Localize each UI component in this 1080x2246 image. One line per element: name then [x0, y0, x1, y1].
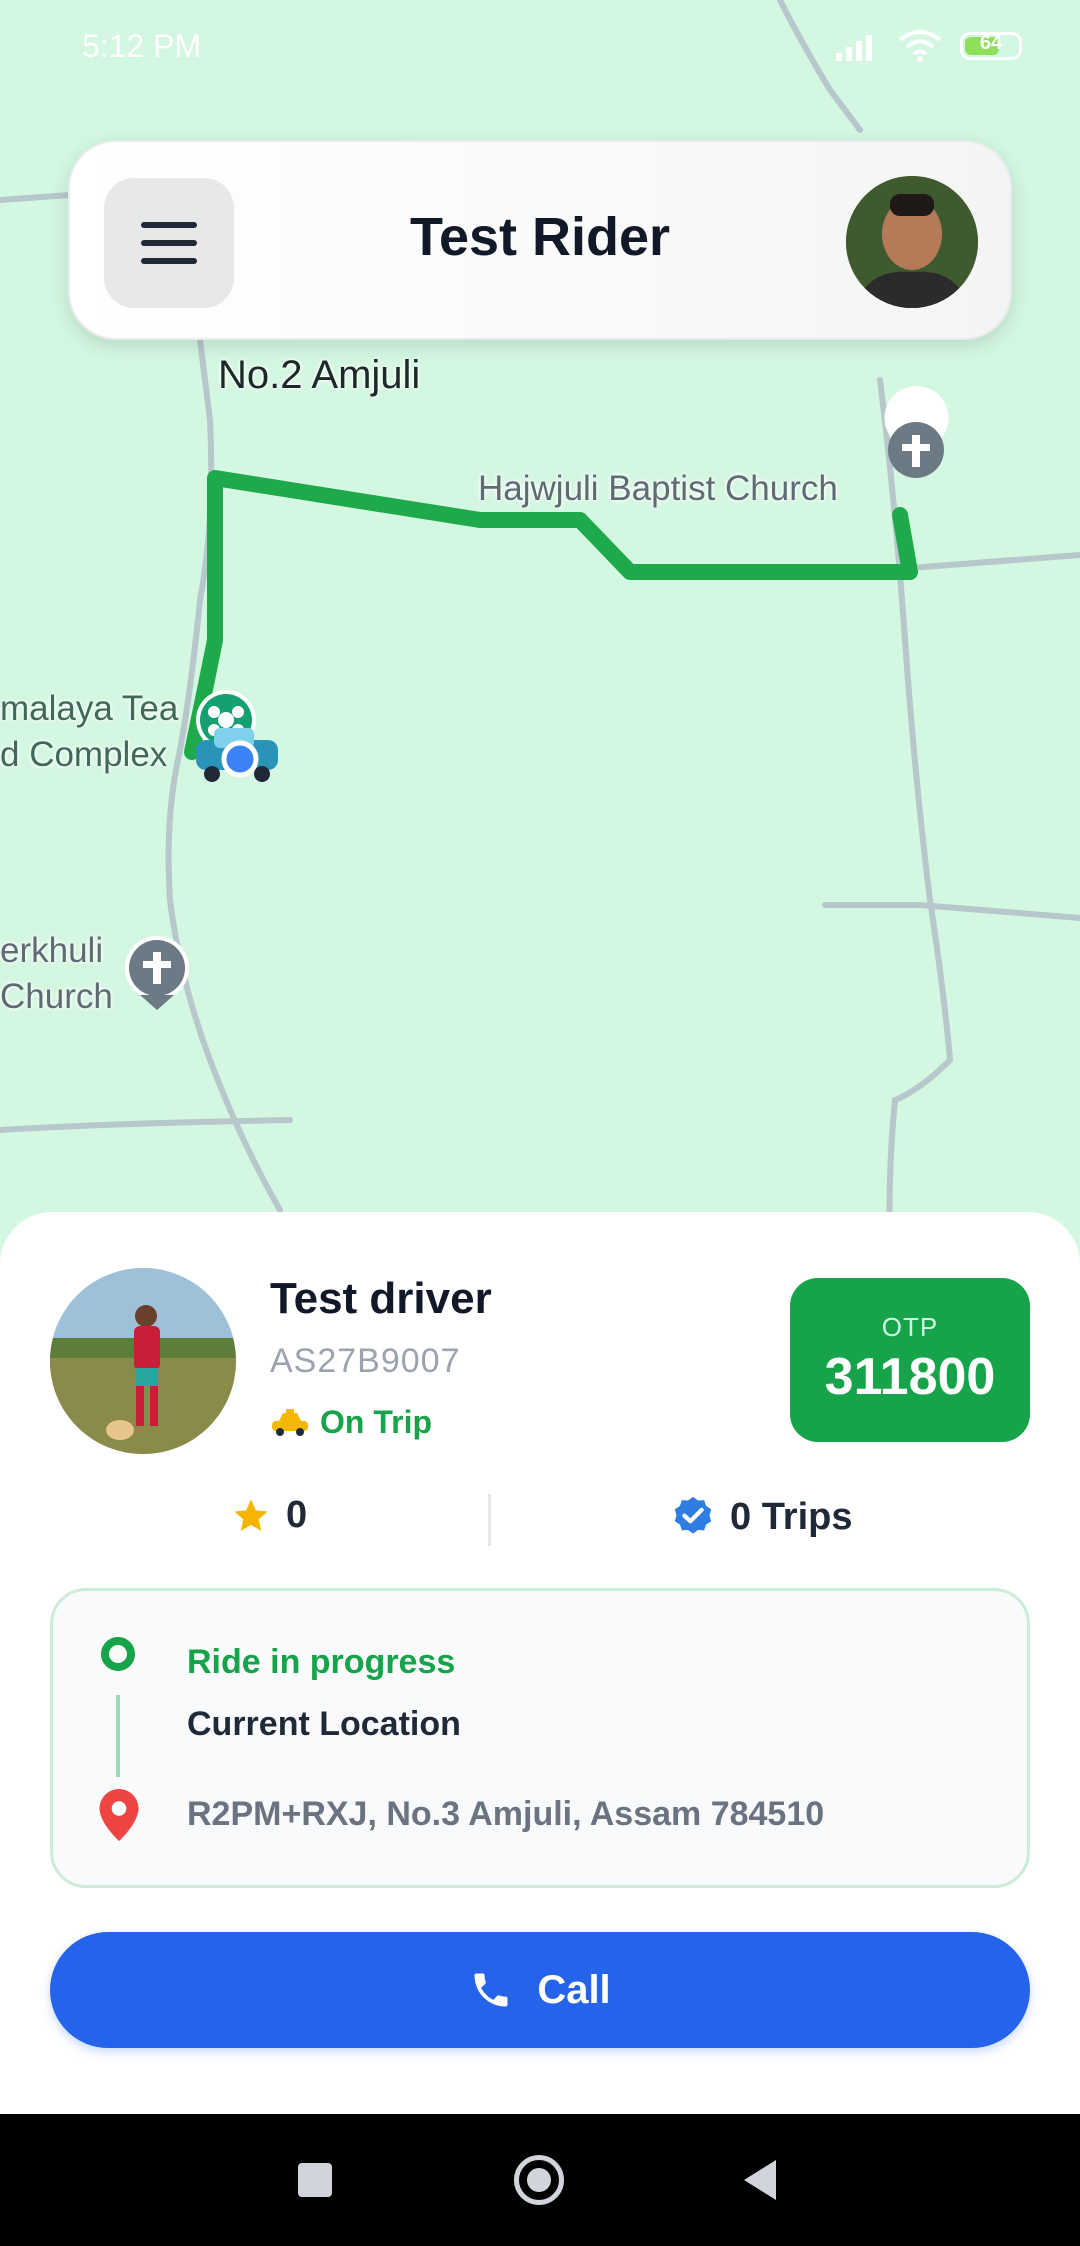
destination-address: R2PM+RXJ, No.3 Amjuli, Assam 784510 — [187, 1795, 825, 1833]
map-label: No.2 Amjuli — [218, 353, 421, 397]
trips-stat: 0 Trips — [670, 1494, 853, 1540]
battery-icon: 64 — [960, 32, 1022, 60]
driver-stats: 0 0 Trips — [0, 1494, 1080, 1554]
ride-status: Ride in progress — [187, 1643, 456, 1681]
trip-status: On Trip — [270, 1404, 432, 1441]
trips-value: 0 Trips — [730, 1495, 853, 1538]
trip-status-label: On Trip — [320, 1404, 432, 1440]
back-button[interactable] — [744, 2160, 776, 2200]
origin-dot-icon — [101, 1637, 135, 1671]
wifi-icon — [898, 30, 942, 62]
trip-sheet: Test driver AS27B9007 On Trip OTP 311800… — [0, 1212, 1080, 2114]
status-icons: 64 — [836, 30, 1022, 62]
church-pin-icon — [884, 386, 949, 478]
driver-avatar — [50, 1268, 236, 1454]
map-label: Church — [0, 977, 113, 1016]
route-card: Ride in progress Current Location R2PM+R… — [50, 1588, 1030, 1888]
driver-name: Test driver — [270, 1274, 492, 1323]
rating-stat: 0 — [230, 1494, 307, 1537]
stats-divider — [488, 1494, 491, 1546]
map-label: Hajwjuli Baptist Church — [478, 469, 838, 508]
call-label: Call — [537, 1967, 611, 2012]
church-pin-icon — [125, 936, 189, 1010]
map-label: malaya Tea — [0, 689, 179, 728]
top-bar: Test Rider — [68, 140, 1012, 340]
user-avatar[interactable] — [846, 176, 978, 308]
home-button[interactable] — [514, 2155, 564, 2205]
otp-label: OTP — [881, 1312, 939, 1342]
map-label: erkhuli — [0, 931, 104, 970]
vehicle-plate: AS27B9007 — [270, 1342, 461, 1380]
pickup-location: Current Location — [187, 1705, 461, 1743]
verified-icon — [674, 1496, 712, 1534]
current-location-dot — [221, 740, 259, 778]
recents-button[interactable] — [298, 2163, 332, 2197]
route-connector — [116, 1695, 120, 1777]
call-button[interactable]: Call — [50, 1932, 1030, 2048]
avatar-photo — [846, 176, 978, 308]
taxi-icon — [272, 1408, 308, 1436]
route-line — [184, 470, 918, 760]
map-label: d Complex — [0, 735, 168, 774]
rating-value: 0 — [286, 1494, 308, 1536]
driver-photo — [50, 1268, 236, 1454]
phone-icon — [474, 1973, 508, 2007]
otp-value: 311800 — [824, 1348, 996, 1406]
status-bar: 5:12 PM 64 — [0, 0, 1080, 96]
battery-level: 64 — [979, 32, 1003, 54]
system-nav-bar — [0, 2114, 1080, 2246]
signal-icon — [836, 35, 872, 61]
status-time: 5:12 PM — [82, 28, 202, 64]
location-pin-icon — [99, 1789, 139, 1841]
otp-badge: OTP 311800 — [790, 1278, 1030, 1442]
star-icon — [234, 1498, 268, 1531]
